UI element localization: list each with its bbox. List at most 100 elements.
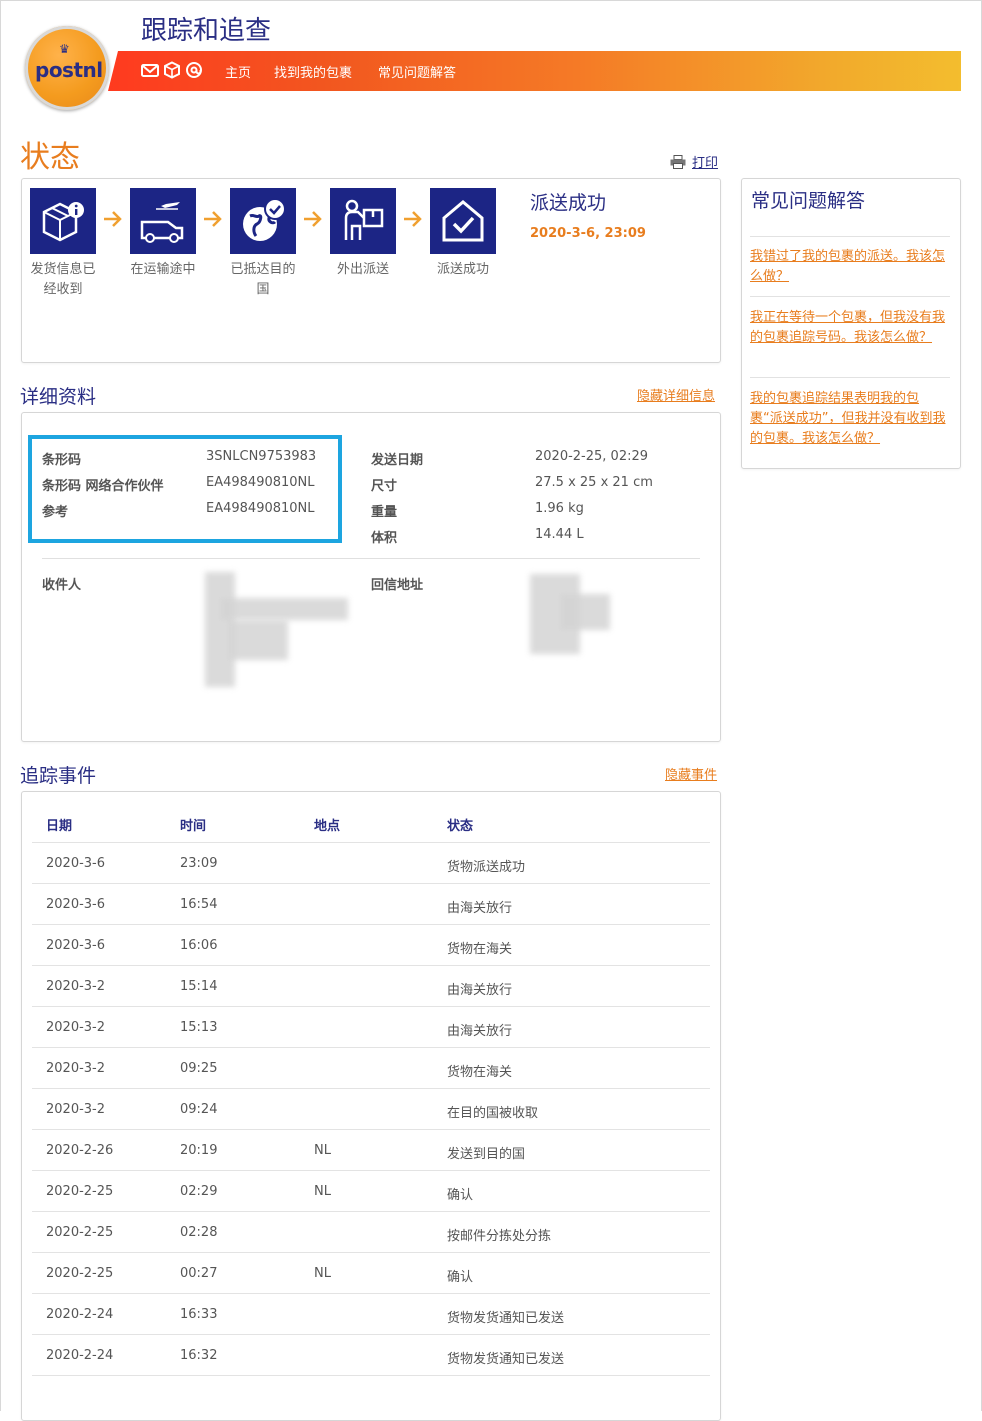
details-divider — [42, 558, 700, 559]
event-status: 确认 — [447, 1188, 474, 1203]
events-table: 日期 时间 地点 状态 2020-3-6 23:09 货物派送成功 2020-3-6 1… — [32, 802, 710, 1376]
faq-link-no-tracking-number[interactable]: 我正在等待一个包裹，但我没有我的包裹追踪号码。我该怎么做？ — [750, 308, 950, 348]
event-status: 由海关放行 — [447, 1024, 513, 1039]
nav-find-parcel[interactable]: 找到我的包裹 — [274, 62, 352, 81]
event-time: 00:27 — [180, 1266, 218, 1281]
event-date: 2020-2-25 — [46, 1225, 114, 1240]
partner-barcode-value: EA498490810NL — [206, 475, 315, 490]
event-time: 02:29 — [180, 1184, 218, 1199]
nav-home[interactable]: 主页 — [225, 62, 251, 81]
event-date: 2020-3-2 — [46, 1061, 106, 1076]
logo-text: postnl — [35, 58, 103, 82]
event-time: 02:28 — [180, 1225, 218, 1240]
volume-label: 体积 — [371, 531, 398, 546]
faq-divider — [750, 236, 950, 237]
event-time: 16:54 — [180, 897, 218, 912]
weight-label: 重量 — [371, 505, 398, 520]
step-label: 在运输途中 — [130, 262, 196, 277]
event-location: NL — [314, 1266, 331, 1281]
at-icon[interactable] — [185, 61, 203, 79]
event-date: 2020-2-25 — [46, 1266, 114, 1281]
nav-faq[interactable]: 常见问题解答 — [378, 62, 456, 81]
dimensions-value: 27.5 x 25 x 21 cm — [535, 475, 653, 490]
event-rows: 2020-3-6 23:09 货物派送成功 2020-3-6 16:54 由海关放行 202… — [32, 843, 710, 1376]
reference-value: EA498490810NL — [206, 501, 315, 516]
event-date: 2020-2-26 — [46, 1143, 114, 1158]
faq-title: 常见问题解答 — [751, 190, 866, 212]
col-time: 时间 — [180, 819, 207, 834]
table-row: 2020-2-25 02:28 按邮件分拣处分拣 — [32, 1212, 710, 1253]
mail-icon[interactable] — [141, 61, 159, 79]
event-time: 15:13 — [180, 1020, 218, 1035]
courier-parcel-icon — [330, 188, 396, 254]
table-row: 2020-2-24 16:32 货物发货通知已发送 — [32, 1335, 710, 1376]
table-row: 2020-3-6 16:54 由海关放行 — [32, 884, 710, 925]
event-location: NL — [314, 1184, 331, 1199]
event-status: 货物在海关 — [447, 942, 513, 957]
faq-link-delivered-not-received[interactable]: 我的包裹追踪结果表明我的包裹“派送成功”，但我并没有收到我的包裹。我该怎么做？ — [750, 389, 950, 449]
current-status: 派送成功 — [530, 192, 607, 214]
hide-details-link[interactable]: 隐藏详细信息 — [637, 385, 715, 404]
step-received: 发货信息已经收到 — [30, 188, 130, 300]
step-label: 派送成功 — [436, 262, 489, 277]
partner-barcode-label: 条形码 网络合作伙伴 — [42, 479, 164, 494]
details-heading: 详细资料 — [20, 386, 97, 408]
event-time: 16:32 — [180, 1348, 218, 1363]
step-out-for-delivery: 外出派送 — [330, 188, 430, 300]
event-time: 16:33 — [180, 1307, 218, 1322]
nav-icons — [141, 61, 203, 79]
table-row: 2020-3-2 15:14 由海关放行 — [32, 966, 710, 1007]
arrow-right-icon — [304, 211, 322, 227]
event-date: 2020-2-24 — [46, 1348, 114, 1363]
reference-label: 参考 — [42, 505, 69, 520]
table-header-row: 日期 时间 地点 状态 — [32, 802, 710, 843]
print-link[interactable]: 打印 — [670, 152, 718, 171]
event-date: 2020-3-2 — [46, 1020, 106, 1035]
hide-events-link[interactable]: 隐藏事件 — [665, 764, 717, 783]
event-location: NL — [314, 1143, 331, 1158]
table-row: 2020-2-25 00:27 NL 确认 — [32, 1253, 710, 1294]
event-status: 在目的国被收取 — [447, 1106, 539, 1121]
col-status: 状态 — [447, 819, 474, 834]
event-date: 2020-3-6 — [46, 897, 106, 912]
event-date: 2020-3-6 — [46, 856, 106, 871]
event-status: 货物发货通知已发送 — [447, 1311, 565, 1326]
event-time: 20:19 — [180, 1143, 218, 1158]
event-time: 16:06 — [180, 938, 218, 953]
event-date: 2020-3-2 — [46, 979, 106, 994]
crown-icon: ♛ — [59, 42, 70, 56]
event-status: 货物在海关 — [447, 1065, 513, 1080]
globe-check-icon — [230, 188, 296, 254]
event-date: 2020-2-25 — [46, 1184, 114, 1199]
table-row: 2020-3-2 15:13 由海关放行 — [32, 1007, 710, 1048]
postnl-logo[interactable]: ♛ postnl — [25, 26, 109, 110]
event-time: 09:25 — [180, 1061, 218, 1076]
event-time: 09:24 — [180, 1102, 218, 1117]
plane-van-icon — [130, 188, 196, 254]
event-status: 按邮件分拣处分拣 — [447, 1229, 552, 1244]
event-status: 确认 — [447, 1270, 474, 1285]
event-time: 15:14 — [180, 979, 218, 994]
arrow-right-icon — [204, 211, 222, 227]
weight-value: 1.96 kg — [535, 501, 584, 516]
col-location: 地点 — [314, 819, 341, 834]
faq-link-missed-delivery[interactable]: 我错过了我的包裹的派送。我该怎么做？ — [750, 247, 950, 287]
print-label: 打印 — [692, 156, 719, 171]
table-row: 2020-2-25 02:29 NL 确认 — [32, 1171, 710, 1212]
event-date: 2020-2-24 — [46, 1307, 114, 1322]
parcel-icon[interactable] — [163, 61, 181, 79]
app-title: 跟踪和追查 — [141, 16, 272, 46]
step-label: 已抵达目的国 — [230, 262, 296, 297]
faq-divider — [750, 296, 950, 297]
table-row: 2020-3-2 09:24 在目的国被收取 — [32, 1089, 710, 1130]
progress-steps: 发货信息已经收到 在运输途中 已抵达目的国 外出派送 派送成功 — [30, 188, 530, 300]
status-heading: 状态 — [20, 140, 80, 175]
event-time: 23:09 — [180, 856, 218, 871]
table-row: 2020-3-6 16:06 货物在海关 — [32, 925, 710, 966]
step-label: 发货信息已经收到 — [30, 262, 96, 297]
barcode-value: 3SNLCN9753983 — [206, 449, 317, 464]
return-address-label: 回信地址 — [371, 578, 424, 593]
event-status: 由海关放行 — [447, 983, 513, 998]
box-info-icon — [30, 188, 96, 254]
arrow-right-icon — [404, 211, 422, 227]
